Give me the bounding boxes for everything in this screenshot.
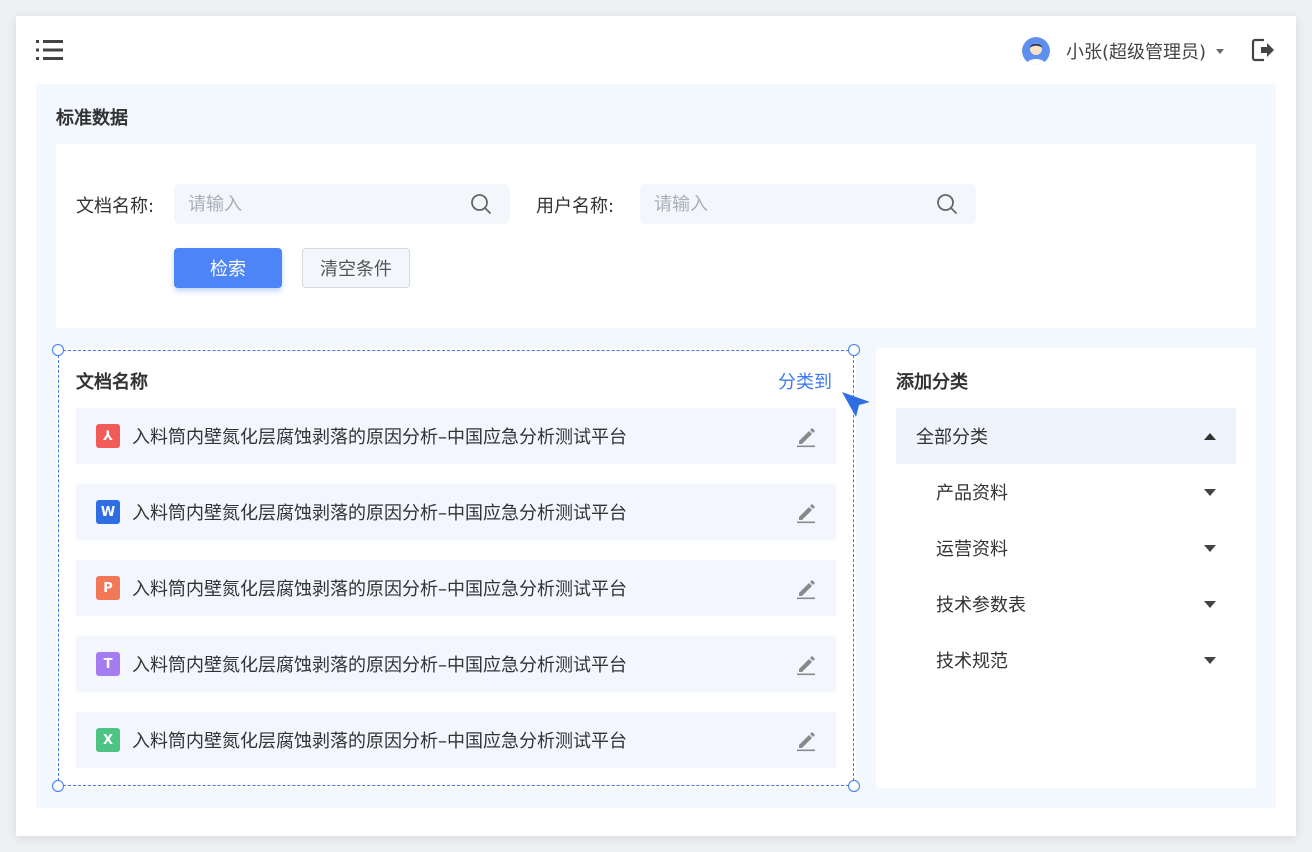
- doc-name-label: 文档名称:: [76, 196, 155, 217]
- document-row[interactable]: T 入料筒内壁氮化层腐蚀剥落的原因分析–中国应急分析测试平台: [76, 636, 836, 692]
- document-name: 入料筒内壁氮化层腐蚀剥落的原因分析–中国应急分析测试平台: [132, 655, 627, 676]
- category-panel: 添加分类 全部分类 产品资料运营资料技术参数表技术规范: [876, 348, 1256, 788]
- user-name-input[interactable]: [640, 184, 936, 224]
- pdf-icon: ⅄: [96, 424, 120, 448]
- category-item[interactable]: 运营资料: [896, 520, 1236, 576]
- edit-pencil-icon[interactable]: [794, 652, 818, 676]
- document-name: 入料筒内壁氮化层腐蚀剥落的原因分析–中国应急分析测试平台: [132, 731, 627, 752]
- document-list-panel: 文档名称 分类到 ⅄ 入料筒内壁氮化层腐蚀剥落的原因分析–中国应急分析测试平台 W 入…: [52, 344, 870, 792]
- user-name-search: [640, 184, 976, 224]
- document-row[interactable]: X 入料筒内壁氮化层腐蚀剥落的原因分析–中国应急分析测试平台: [76, 712, 836, 768]
- category-root-label: 全部分类: [916, 427, 988, 448]
- user-menu[interactable]: 小张(超级管理员): [1021, 36, 1224, 66]
- category-root[interactable]: 全部分类: [896, 408, 1236, 464]
- edit-pencil-icon[interactable]: [794, 728, 818, 752]
- category-item-label: 产品资料: [936, 483, 1008, 504]
- doc-name-input[interactable]: [174, 184, 470, 224]
- page-title: 标准数据: [56, 108, 128, 129]
- category-panel-title: 添加分类: [896, 372, 968, 393]
- classify-to-link[interactable]: 分类到: [778, 368, 832, 394]
- document-row[interactable]: ⅄ 入料筒内壁氮化层腐蚀剥落的原因分析–中国应急分析测试平台: [76, 408, 836, 464]
- resize-handle-top-right[interactable]: [848, 344, 860, 356]
- search-icon[interactable]: [470, 193, 492, 215]
- user-name: 小张(超级管理员): [1065, 42, 1206, 63]
- search-panel: 文档名称: 用户名称: 检索 清空条件: [56, 144, 1256, 328]
- logout-icon[interactable]: [1250, 37, 1276, 63]
- menu-list-icon[interactable]: [34, 36, 66, 64]
- ppt-icon: P: [96, 576, 120, 600]
- collapse-arrow-icon[interactable]: [1204, 432, 1216, 440]
- document-row[interactable]: W 入料筒内壁氮化层腐蚀剥落的原因分析–中国应急分析测试平台: [76, 484, 836, 540]
- search-button[interactable]: 检索: [174, 248, 282, 288]
- resize-handle-top-left[interactable]: [52, 344, 64, 356]
- user-name-label: 用户名称:: [536, 196, 615, 217]
- category-item[interactable]: 技术规范: [896, 632, 1236, 688]
- search-icon[interactable]: [936, 193, 958, 215]
- category-item-label: 技术规范: [936, 651, 1008, 672]
- category-item[interactable]: 产品资料: [896, 464, 1236, 520]
- caret-down-icon: [1216, 48, 1224, 54]
- document-name: 入料筒内壁氮化层腐蚀剥落的原因分析–中国应急分析测试平台: [132, 427, 627, 448]
- expand-arrow-icon[interactable]: [1204, 488, 1216, 496]
- clear-filters-button[interactable]: 清空条件: [302, 248, 410, 288]
- resize-handle-bottom-left[interactable]: [52, 780, 64, 792]
- edit-pencil-icon[interactable]: [794, 424, 818, 448]
- document-row[interactable]: P 入料筒内壁氮化层腐蚀剥落的原因分析–中国应急分析测试平台: [76, 560, 836, 616]
- resize-handle-bottom-right[interactable]: [848, 780, 860, 792]
- category-item[interactable]: 技术参数表: [896, 576, 1236, 632]
- expand-arrow-icon[interactable]: [1204, 544, 1216, 552]
- expand-arrow-icon[interactable]: [1204, 656, 1216, 664]
- doc-name-search: [174, 184, 510, 224]
- category-item-label: 技术参数表: [936, 595, 1026, 616]
- cursor-arrow-icon: [842, 392, 870, 417]
- category-item-label: 运营资料: [936, 539, 1008, 560]
- avatar: [1021, 37, 1050, 65]
- app-window: 小张(超级管理员) 标准数据 文档名称: 用户名称:: [16, 16, 1296, 836]
- expand-arrow-icon[interactable]: [1204, 600, 1216, 608]
- document-list-title: 文档名称: [76, 372, 148, 393]
- document-name: 入料筒内壁氮化层腐蚀剥落的原因分析–中国应急分析测试平台: [132, 579, 627, 600]
- document-name: 入料筒内壁氮化层腐蚀剥落的原因分析–中国应急分析测试平台: [132, 503, 627, 524]
- word-icon: W: [96, 500, 120, 524]
- excel-icon: X: [96, 728, 120, 752]
- edit-pencil-icon[interactable]: [794, 500, 818, 524]
- text-icon: T: [96, 652, 120, 676]
- edit-pencil-icon[interactable]: [794, 576, 818, 600]
- main-content: 标准数据 文档名称: 用户名称: 检索 清空条件: [36, 84, 1276, 808]
- top-bar: 小张(超级管理员): [16, 16, 1296, 84]
